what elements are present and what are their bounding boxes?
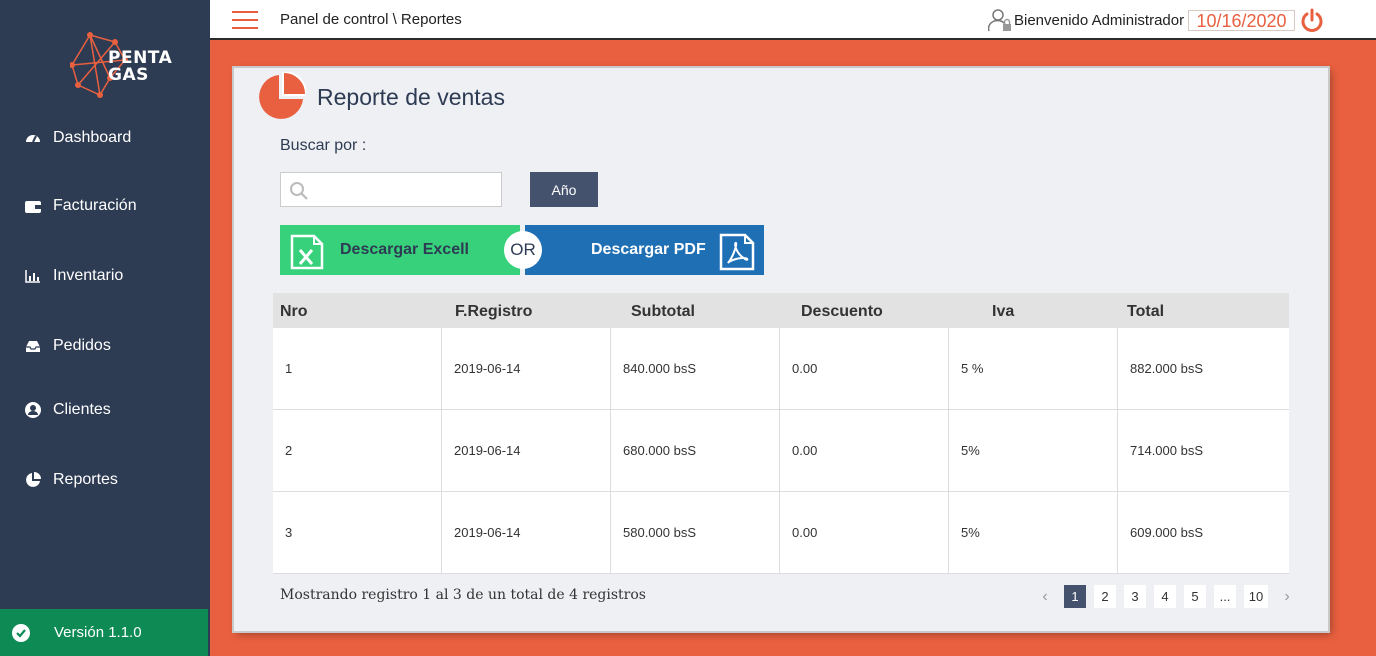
user-lock-icon [988,9,1011,32]
search-field[interactable] [280,172,502,207]
sales-table: Nro F.Registro Subtotal Descuento Iva To… [273,293,1289,574]
table-row: 2 2019-06-14 680.000 bsS 0.00 5% 714.000… [273,410,1289,492]
table-cell: 5% [949,410,1118,491]
menu-toggle-icon[interactable] [232,11,258,31]
inbox-icon [24,337,42,355]
records-summary: Mostrando registro 1 al 3 de un total de… [280,587,646,603]
table-cell: 580.000 bsS [611,492,780,573]
sidebar-item-label: Facturación [53,197,137,214]
table-row: 3 2019-06-14 580.000 bsS 0.00 5% 609.000… [273,492,1289,574]
table-cell: 5% [949,492,1118,573]
welcome-text: Bienvenido Administrador [1014,12,1185,29]
sidebar-item-dashboard[interactable]: Dashboard [0,118,210,158]
search-icon [290,182,308,200]
table-header: Nro F.Registro Subtotal Descuento Iva To… [273,293,1289,328]
sidebar-item-clientes[interactable]: Clientes [0,390,210,430]
page-button[interactable]: 1 [1064,585,1086,608]
pdf-button-label: Descargar PDF [591,241,706,258]
column-header[interactable]: Subtotal [625,293,795,328]
table-cell: 2019-06-14 [442,410,611,491]
user-circle-icon [24,401,42,419]
column-header[interactable]: F.Registro [449,293,625,328]
table-cell: 2 [273,410,442,491]
pagination: ‹ 1 2 3 4 5 ... 10 › [1034,585,1306,608]
page-ellipsis: ... [1214,585,1236,608]
logo-line2: GAS [108,65,149,85]
column-header[interactable]: Nro [273,293,449,328]
top-header: Panel de control \ Reportes Bienvenido A… [210,0,1376,40]
breadcrumb: Panel de control \ Reportes [280,11,462,28]
year-button[interactable]: Año [530,172,598,207]
table-cell: 5 % [949,328,1118,409]
search-label: Buscar por : [280,137,367,154]
download-pdf-button[interactable]: Descargar PDF [525,225,764,275]
table-cell: 882.000 bsS [1130,361,1204,376]
pentagas-logo: PENTA GAS [70,30,200,100]
sidebar-item-label: Inventario [53,267,124,284]
or-separator: OR [504,231,542,269]
sidebar-item-label: Reportes [53,471,118,488]
table-cell: 680.000 bsS [611,410,780,491]
table-cell: 609.000 bsS [1130,525,1204,540]
sidebar-item-reportes[interactable]: Reportes [0,460,210,500]
sidebar-item-label: Dashboard [53,129,132,146]
table-cell: 1 [273,328,442,409]
download-excel-button[interactable]: Descargar Excell [280,225,520,275]
column-header[interactable]: Iva [986,293,1121,328]
logo-text: PENTA GAS [108,50,172,84]
sidebar-item-inventario[interactable]: Inventario [0,256,210,296]
pie-chart-icon [24,471,42,489]
page-button[interactable]: 3 [1124,585,1146,608]
report-pie-icon [259,72,306,119]
table-cell: 0.00 [780,410,949,491]
page-button[interactable]: 2 [1094,585,1116,608]
search-input[interactable] [315,173,495,206]
sidebar-item-facturacion[interactable]: Facturación [0,186,210,226]
table-cell: 0.00 [780,492,949,573]
page-button[interactable]: 4 [1154,585,1176,608]
column-header[interactable]: Total [1121,293,1289,328]
version-label: Versión 1.1.0 [54,624,142,641]
excel-file-icon [290,234,324,270]
table-cell: 2019-06-14 [442,492,611,573]
sidebar-item-label: Pedidos [53,337,111,354]
table-cell: 3 [273,492,442,573]
sidebar: PENTA GAS Dashboard Facturación Inventar… [0,0,210,656]
table-cell: 714.000 bsS [1130,443,1204,458]
date-display: 10/16/2020 [1188,10,1295,31]
sidebar-item-label: Clientes [53,401,111,418]
pdf-file-icon [719,233,755,271]
table-cell: 2019-06-14 [442,328,611,409]
page-title: Reporte de ventas [317,84,505,110]
version-bar: Versión 1.1.0 [0,609,208,656]
prev-page-icon[interactable]: ‹ [1034,585,1056,608]
column-header[interactable]: Descuento [795,293,986,328]
report-card: Reporte de ventas Buscar por : Año Desca… [234,68,1328,631]
page-button[interactable]: 10 [1244,585,1268,608]
bar-chart-icon [24,267,42,285]
table-cell: 840.000 bsS [611,328,780,409]
table-row: 1 2019-06-14 840.000 bsS 0.00 5 % 882.00… [273,328,1289,410]
wallet-icon [24,197,42,215]
sidebar-item-pedidos[interactable]: Pedidos [0,326,210,366]
table-cell: 0.00 [780,328,949,409]
excel-button-label: Descargar Excell [340,241,469,258]
check-circle-icon [12,623,30,642]
next-page-icon[interactable]: › [1276,585,1298,608]
power-icon[interactable] [1299,8,1325,34]
page-button[interactable]: 5 [1184,585,1206,608]
dashboard-icon [24,129,42,147]
